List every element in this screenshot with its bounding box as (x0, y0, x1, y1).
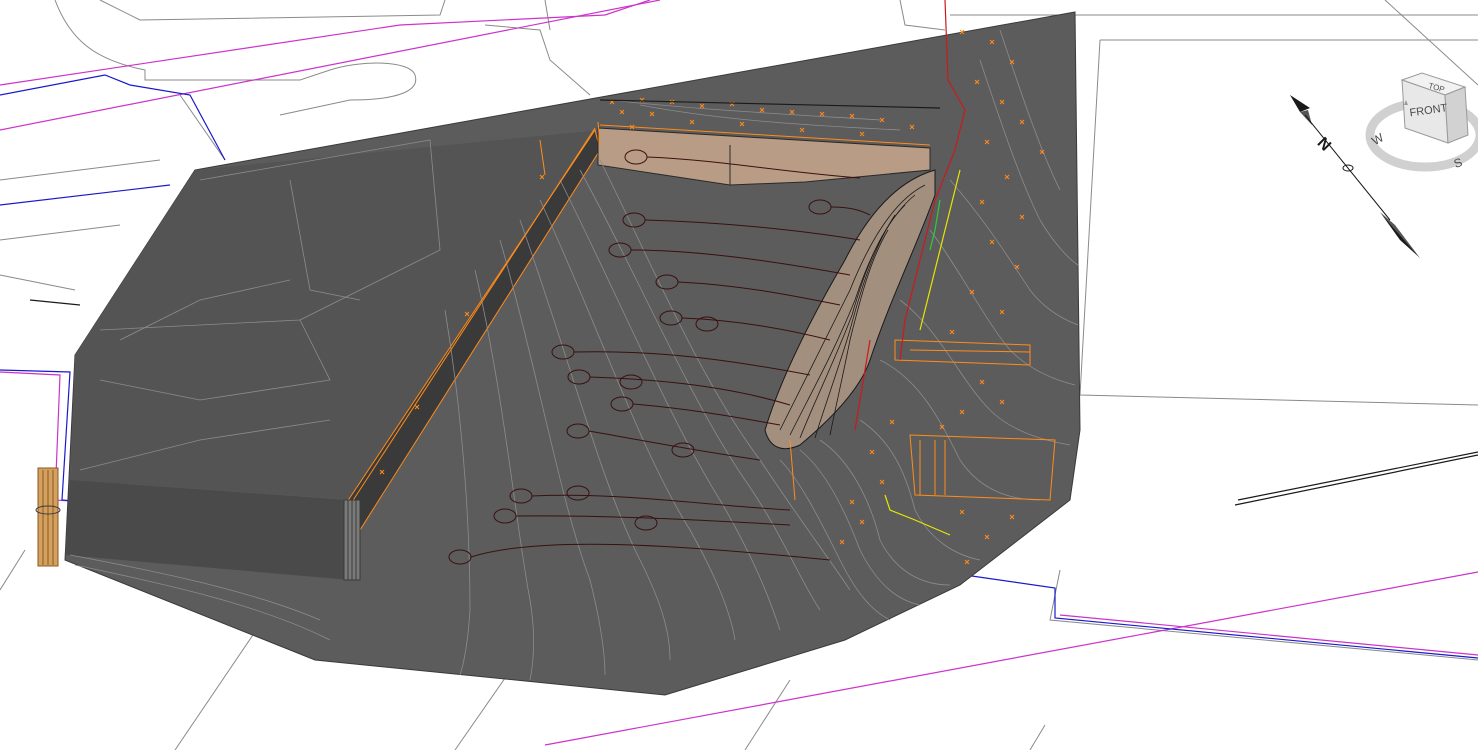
3d-viewport[interactable]: N TOP FRONT W S (0, 0, 1478, 750)
terrain-surface[interactable] (64, 11, 1081, 696)
viewcube[interactable]: TOP FRONT W S (1360, 65, 1478, 180)
north-label: N (1314, 134, 1334, 154)
terrain-scene[interactable]: N (0, 0, 1478, 750)
wall-end-post (343, 499, 361, 581)
post-structure (35, 467, 61, 567)
viewcube-right-face[interactable] (1444, 86, 1469, 144)
